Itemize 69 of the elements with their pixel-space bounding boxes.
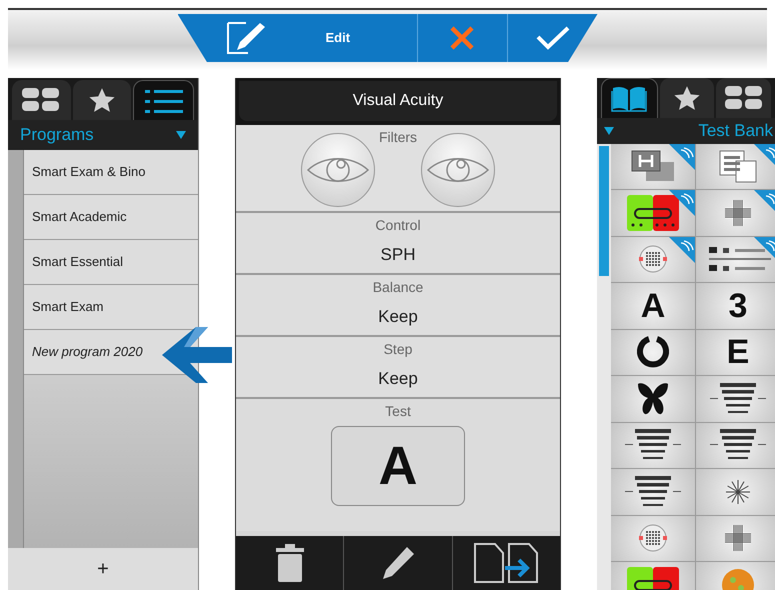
cross-grid-drawing — [723, 198, 753, 228]
panel-tab[interactable] — [601, 78, 658, 118]
landolt-ring-drawing — [637, 336, 669, 368]
caret-icon — [176, 131, 186, 139]
trash-icon — [274, 544, 305, 582]
test-tile[interactable]: A — [611, 283, 695, 328]
list-icon — [144, 88, 183, 114]
test-tile[interactable] — [611, 144, 695, 189]
edit-document-icon — [226, 21, 266, 55]
butterfly-drawing — [637, 382, 669, 416]
test-tile[interactable] — [696, 144, 775, 189]
book-icon — [611, 84, 648, 112]
test-tile[interactable] — [611, 330, 695, 375]
test-preview-button[interactable]: A — [331, 426, 465, 506]
program-list-item[interactable]: Smart Essential — [24, 240, 198, 285]
test-tile[interactable] — [611, 469, 695, 514]
section-label: Filters — [378, 128, 418, 147]
panel-tab[interactable] — [660, 78, 714, 118]
grid-icon — [21, 87, 62, 113]
cross-grid-drawing — [723, 523, 753, 554]
letter-cards-drawing — [718, 149, 758, 184]
panel-tab[interactable] — [12, 80, 71, 120]
add-program-button[interactable]: + — [8, 548, 198, 590]
optotype-letter: A — [640, 288, 666, 323]
optotype-letter: 3 — [728, 288, 748, 323]
setting-row[interactable]: Balance Keep — [236, 275, 560, 337]
test-tile[interactable] — [611, 236, 695, 282]
letter-cards-drawing — [630, 150, 676, 182]
duochrome-chart-drawing — [627, 194, 679, 231]
test-tile[interactable] — [696, 190, 775, 236]
test-tile[interactable] — [611, 190, 695, 236]
scrollbar[interactable] — [599, 146, 609, 276]
test-tile[interactable] — [696, 516, 775, 561]
test-tile[interactable]: E — [696, 330, 775, 375]
section-label: Test — [385, 402, 411, 421]
dot-disc-drawing — [638, 523, 668, 554]
test-tile[interactable] — [696, 236, 775, 282]
corner-badge-icon — [669, 190, 695, 216]
caret-icon — [604, 126, 614, 135]
optotype-letter: E — [726, 335, 750, 370]
setting-row[interactable]: Step Keep — [236, 337, 560, 399]
corner-badge-icon — [669, 144, 695, 170]
star-icon — [88, 86, 116, 114]
test-tile[interactable] — [611, 422, 695, 468]
grid-icon — [724, 85, 764, 111]
panel-title: Visual Acuity — [239, 81, 557, 121]
setting-row[interactable]: Control SPH — [236, 213, 560, 275]
corner-badge-icon — [669, 236, 695, 262]
panel-tab[interactable] — [133, 80, 194, 120]
test-tile[interactable]: 3 — [696, 283, 775, 328]
test-tile[interactable] — [696, 422, 775, 468]
close-icon — [449, 25, 475, 51]
test-bank-dropdown[interactable]: Test Bank — [597, 118, 775, 144]
test-tile[interactable] — [696, 376, 775, 422]
edit-button[interactable]: Edit — [178, 14, 418, 62]
program-list-item[interactable]: Smart Exam — [24, 285, 198, 330]
checkmark-icon — [536, 25, 570, 51]
dot-disc-drawing — [638, 244, 668, 274]
pointer-arrow-icon — [160, 325, 232, 385]
copy-to-icon — [473, 543, 540, 583]
program-list-item[interactable]: Smart Exam & Bino — [24, 150, 198, 195]
programs-dropdown[interactable]: Programs — [8, 120, 198, 150]
panel-tab[interactable] — [716, 78, 772, 118]
star-icon — [673, 84, 701, 112]
panel-tab[interactable] — [72, 80, 132, 120]
test-tile[interactable] — [611, 516, 695, 561]
test-tile[interactable] — [696, 469, 775, 514]
program-list-item[interactable]: Smart Academic — [24, 195, 198, 240]
test-tile[interactable] — [611, 376, 695, 422]
